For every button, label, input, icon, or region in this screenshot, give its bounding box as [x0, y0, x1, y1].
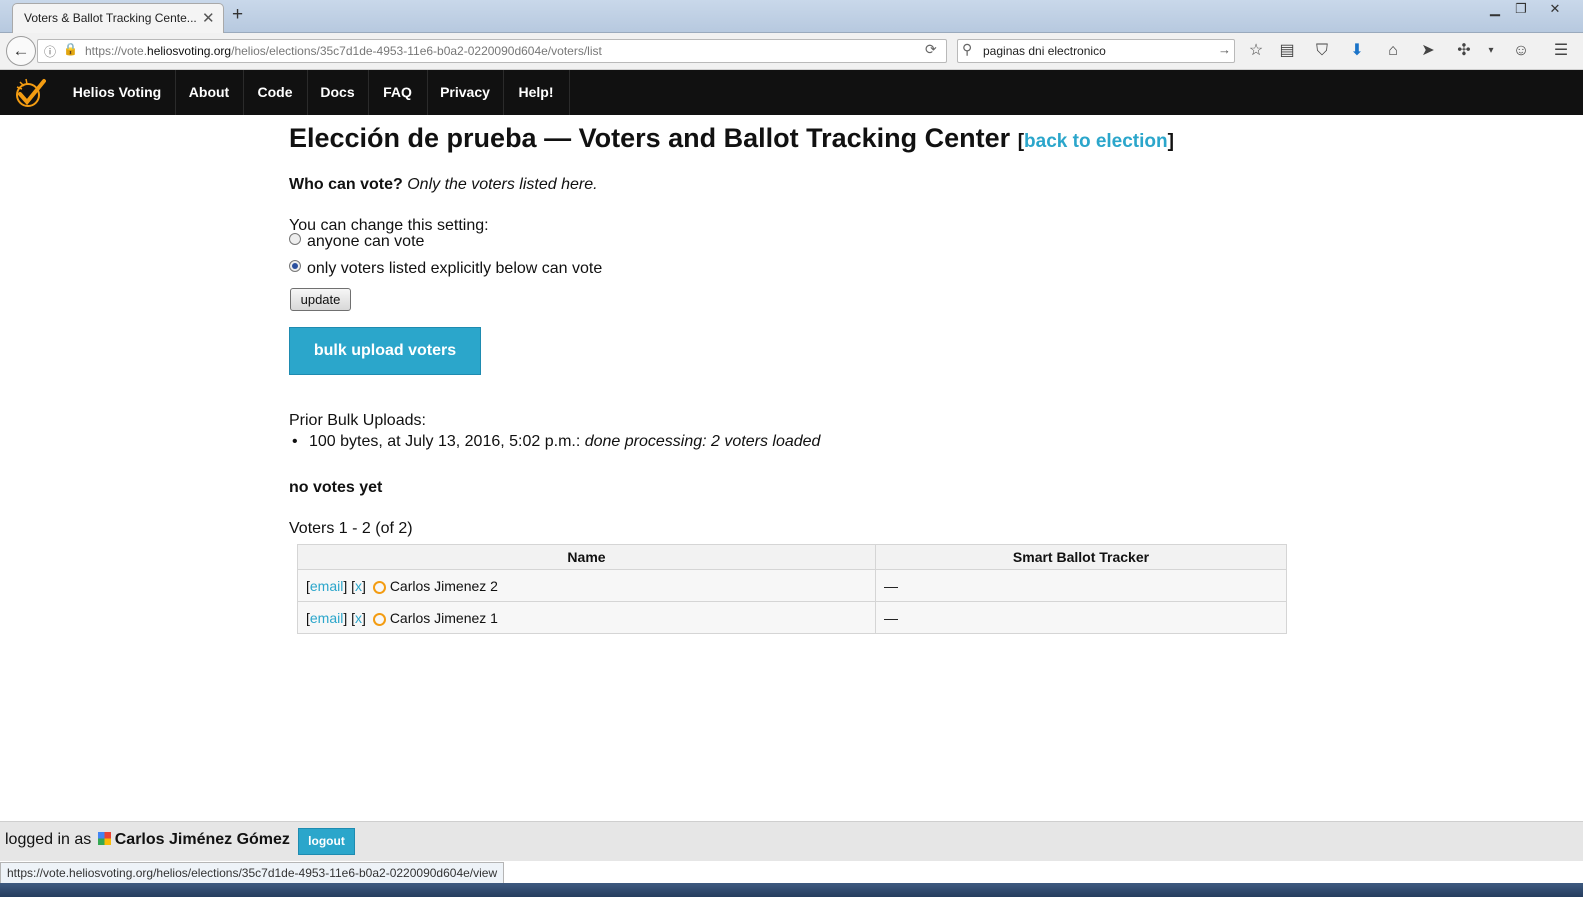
nav-helios-voting[interactable]: Helios Voting — [60, 70, 174, 115]
update-button[interactable]: update — [290, 288, 351, 311]
new-tab-icon[interactable]: + — [232, 4, 243, 26]
no-votes-message: no votes yet — [289, 479, 383, 496]
table-row: [email] [x] Carlos Jimenez 1 — — [297, 601, 1287, 634]
reload-icon[interactable]: ⟳ — [925, 41, 937, 58]
table-header-row: Name Smart Ballot Tracker — [297, 544, 1287, 570]
voter-count: Voters 1 - 2 (of 2) — [289, 520, 413, 537]
who-can-vote-label: Who can vote? — [289, 176, 403, 193]
voter-name: Carlos Jimenez 1 — [389, 609, 498, 626]
login-footer: logged in as Carlos Jiménez Gómez logout — [0, 821, 1583, 861]
search-icon: ⚲ — [962, 41, 973, 57]
bulk-upload-voters-button[interactable]: bulk upload voters — [289, 327, 481, 375]
radio-anyone-label: anyone can vote — [307, 233, 425, 250]
tracker-cell: — — [875, 569, 1287, 602]
menu-icon[interactable]: ☰ — [1550, 41, 1572, 61]
download-icon[interactable]: ⬇ — [1346, 41, 1368, 61]
bookmark-star-icon[interactable]: ☆ — [1245, 41, 1267, 61]
nav-privacy[interactable]: Privacy — [428, 70, 502, 115]
nav-docs[interactable]: Docs — [308, 70, 367, 115]
who-can-vote: Who can vote? Only the voters listed her… — [289, 176, 598, 194]
radio-button-checked[interactable] — [289, 260, 301, 272]
voter-name-cell: [email] [x] Carlos Jimenez 2 — [297, 569, 876, 602]
remove-voter-link[interactable]: x — [355, 578, 362, 594]
prior-uploads-label: Prior Bulk Uploads: — [289, 412, 426, 429]
logged-in-status: logged in as Carlos Jiménez Gómez — [5, 831, 290, 848]
page-title-text: Elección de prueba — Voters and Ballot T… — [289, 123, 1011, 153]
close-window-icon[interactable]: ✕ — [1542, 0, 1568, 18]
helios-logo-icon[interactable] — [14, 78, 46, 108]
lock-icon: 🔒 — [63, 42, 78, 56]
pocket-icon[interactable]: ⛉ — [1311, 41, 1333, 61]
radio-anyone-can-vote[interactable]: anyone can vote — [289, 233, 424, 251]
url-text: https://vote.heliosvoting.org/helios/ele… — [85, 44, 602, 58]
back-to-election-link[interactable]: back to election — [1024, 131, 1168, 152]
chat-icon[interactable]: ☺ — [1510, 41, 1532, 61]
extension-icon[interactable]: ✣ — [1453, 41, 1475, 61]
nav-about[interactable]: About — [176, 70, 242, 115]
site-navbar: Helios Voting About Code Docs FAQ Privac… — [0, 70, 1583, 115]
page-title: Elección de prueba — Voters and Ballot T… — [289, 123, 1174, 154]
logout-button[interactable]: logout — [298, 828, 355, 855]
radio-listed-label: only voters listed explicitly below can … — [307, 260, 603, 277]
back-arrow-icon[interactable]: ← — [6, 36, 36, 66]
column-header-tracker: Smart Ballot Tracker — [875, 544, 1287, 570]
tracker-cell: — — [875, 601, 1287, 634]
close-tab-icon[interactable]: ✕ — [202, 9, 215, 27]
back-to-election-wrapper: [back to election] — [1017, 131, 1174, 152]
browser-tab-active[interactable]: Voters & Ballot Tracking Cente... ✕ — [12, 3, 224, 33]
radio-only-listed-voters[interactable]: only voters listed explicitly below can … — [289, 260, 602, 278]
restore-window-icon[interactable]: ❐ — [1508, 0, 1534, 18]
nav-code[interactable]: Code — [244, 70, 306, 115]
table-row: [email] [x] Carlos Jimenez 2 — — [297, 569, 1287, 602]
column-header-name: Name — [297, 544, 876, 570]
search-text: paginas dni electronico — [983, 44, 1106, 58]
browser-toolbar: ← ⓘ 🔒 https://vote.heliosvoting.org/heli… — [0, 33, 1583, 70]
bookmarks-list-icon[interactable]: ▤ — [1276, 41, 1298, 61]
tab-title: Voters & Ballot Tracking Cente... — [24, 11, 197, 25]
browser-tab-strip: Voters & Ballot Tracking Cente... ✕ + ▁ … — [0, 0, 1583, 33]
voter-status-ring-icon — [372, 580, 386, 594]
voters-table: Name Smart Ballot Tracker [email] [x] Ca… — [297, 544, 1287, 634]
extension-dropdown-icon[interactable]: ▾ — [1480, 41, 1502, 61]
email-voter-link[interactable]: email — [310, 610, 343, 626]
voter-status-ring-icon — [372, 612, 386, 626]
nav-help[interactable]: Help! — [504, 70, 568, 115]
prior-upload-item: 100 bytes, at July 13, 2016, 5:02 p.m.: … — [292, 433, 821, 451]
google-account-icon — [97, 832, 111, 845]
who-can-vote-value: Only the voters listed here. — [407, 176, 598, 193]
info-icon[interactable]: ⓘ — [44, 43, 56, 60]
minimize-window-icon[interactable]: ▁ — [1482, 0, 1508, 18]
prior-upload-status: done processing: 2 voters loaded — [584, 433, 821, 450]
nav-divider — [569, 70, 570, 115]
search-bar[interactable]: ⚲ paginas dni electronico → — [957, 39, 1235, 63]
search-go-arrow-icon[interactable]: → — [1218, 42, 1231, 57]
voter-name: Carlos Jimenez 2 — [389, 577, 498, 594]
os-taskbar — [0, 883, 1583, 897]
address-bar[interactable]: ⓘ 🔒 https://vote.heliosvoting.org/helios… — [37, 39, 947, 63]
status-bar-url: https://vote.heliosvoting.org/helios/ele… — [0, 862, 505, 884]
send-icon[interactable]: ➤ — [1417, 41, 1439, 61]
home-icon[interactable]: ⌂ — [1382, 41, 1404, 61]
radio-button-unchecked[interactable] — [289, 233, 301, 245]
email-voter-link[interactable]: email — [310, 578, 343, 594]
voter-name-cell: [email] [x] Carlos Jimenez 1 — [297, 601, 876, 634]
nav-faq[interactable]: FAQ — [369, 70, 426, 115]
remove-voter-link[interactable]: x — [355, 610, 362, 626]
user-name: Carlos Jiménez Gómez — [114, 831, 290, 848]
